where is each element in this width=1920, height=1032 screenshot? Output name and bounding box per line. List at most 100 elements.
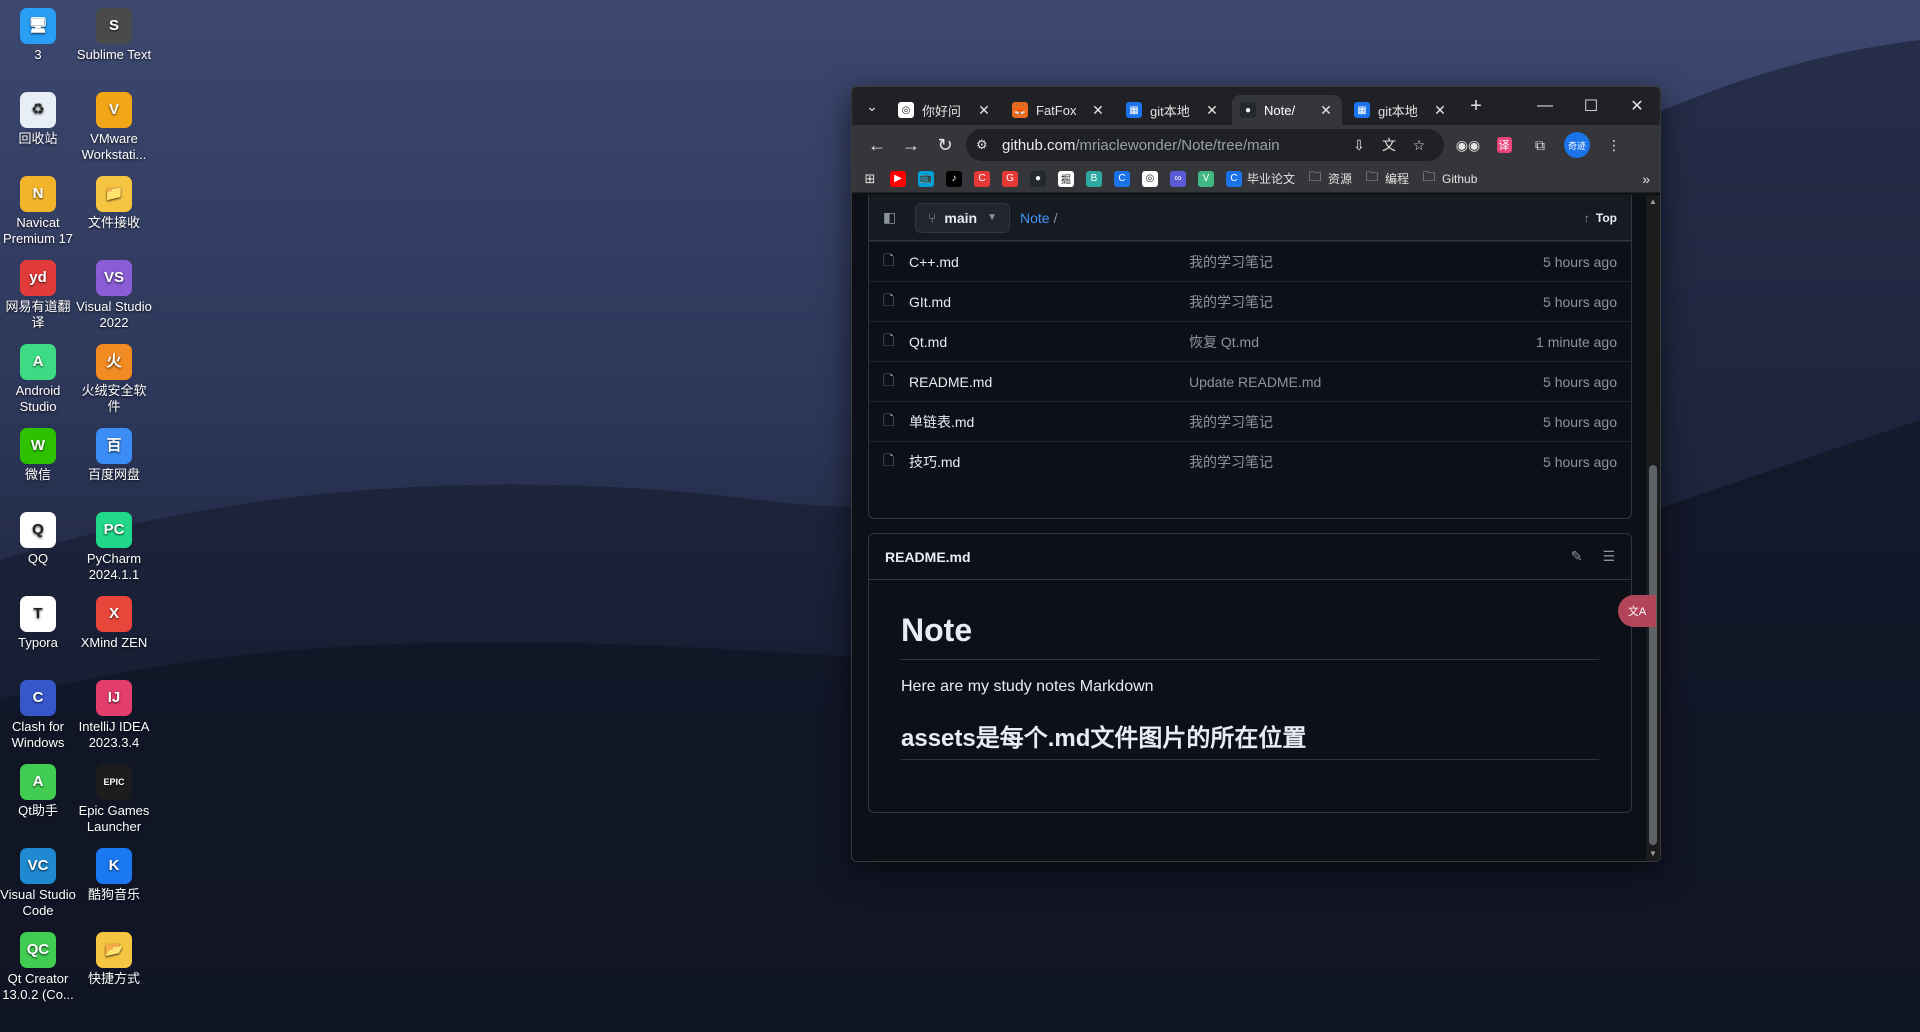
- bookmark-icon[interactable]: B: [1086, 170, 1102, 187]
- bookmark-star-icon[interactable]: ☆: [1404, 137, 1434, 154]
- desktop-icon[interactable]: S Sublime Text: [76, 8, 152, 63]
- browser-tab[interactable]: 🦊 FatFox ✕: [1004, 95, 1114, 125]
- bookmark-icon[interactable]: C: [1114, 170, 1130, 187]
- branch-selector[interactable]: ⑂ main ▼: [915, 202, 1010, 233]
- site-info-icon[interactable]: ⚙: [976, 137, 996, 153]
- commit-message-link[interactable]: 我的学习笔记: [1189, 252, 1543, 272]
- bookmark-label: 资源: [1328, 172, 1353, 186]
- tab-search-chevron-icon[interactable]: ⌄: [858, 92, 886, 120]
- desktop-icon[interactable]: PC PyCharm 2024.1.1: [76, 512, 152, 583]
- bookmark-item[interactable]: 🗀 编程: [1364, 169, 1410, 187]
- desktop-icon[interactable]: 百百度网盘: [76, 428, 152, 483]
- file-list: qt.assets重新添加qt.md和图片20 minutes ago🗋C++.…: [868, 195, 1632, 519]
- bookmark-icon[interactable]: V: [1198, 170, 1214, 187]
- bookmark-icon[interactable]: ▶: [890, 170, 906, 187]
- commit-message-link[interactable]: 我的学习笔记: [1189, 412, 1543, 432]
- scroll-up-icon[interactable]: ▲: [1646, 195, 1660, 209]
- page-scrollbar[interactable]: ▲ ▼: [1646, 195, 1660, 861]
- menu-kebab-icon[interactable]: ⋮: [1596, 129, 1632, 161]
- commit-message-link[interactable]: 我的学习笔记: [1189, 452, 1543, 472]
- desktop-icon[interactable]: Q QQ: [0, 512, 76, 567]
- bookmark-icon[interactable]: ●: [1030, 170, 1046, 187]
- bookmark-favicon-icon: B: [1086, 170, 1102, 187]
- new-tab-button[interactable]: +: [1462, 92, 1490, 120]
- desktop-icon[interactable]: EPIC Epic Games Launcher: [76, 764, 152, 835]
- browser-tab[interactable]: ▦ git本地 ✕: [1118, 95, 1228, 125]
- file-name-link[interactable]: GIt.md: [909, 294, 1189, 310]
- desktop-icon[interactable]: VC Visual Studio Code: [0, 848, 76, 919]
- app-icon: EPIC: [96, 764, 132, 800]
- desktop-icon[interactable]: T Typora: [0, 596, 76, 651]
- tab-close-icon[interactable]: ✕: [1432, 102, 1448, 119]
- file-name-link[interactable]: 单链表.md: [909, 412, 1189, 432]
- side-panel-icon[interactable]: ◧: [883, 209, 903, 226]
- bookmark-icon[interactable]: G: [1002, 170, 1018, 187]
- commit-message-link[interactable]: 恢复 Qt.md: [1189, 332, 1536, 352]
- browser-tab[interactable]: ◎ 你好问 ✕: [890, 95, 1000, 125]
- breadcrumb-repo-link[interactable]: Note: [1020, 210, 1050, 226]
- desktop-icon[interactable]: ♻ 回收站: [0, 92, 76, 147]
- desktop-icon[interactable]: W 微信: [0, 428, 76, 483]
- back-icon[interactable]: ←: [860, 129, 894, 161]
- desktop-icon[interactable]: C Clash for Windows: [0, 680, 76, 751]
- bookmark-icon[interactable]: 掘: [1058, 170, 1074, 187]
- readme-title: Note: [901, 612, 1599, 660]
- tab-close-icon[interactable]: ✕: [976, 102, 992, 119]
- bookmark-item[interactable]: C 毕业论文: [1226, 170, 1295, 187]
- readme-filename[interactable]: README.md: [885, 549, 971, 565]
- desktop-icon[interactable]: A Android Studio: [0, 344, 76, 415]
- desktop-icon[interactable]: X XMind ZEN: [76, 596, 152, 651]
- bookmark-icon[interactable]: C: [974, 170, 990, 187]
- extension-translate-icon[interactable]: 译: [1486, 129, 1522, 161]
- install-app-icon[interactable]: ⇩: [1344, 137, 1374, 154]
- address-bar[interactable]: ⚙ github.com/mriaclewonder/Note/tree/mai…: [966, 129, 1444, 161]
- bookmark-item[interactable]: 🗀 Github: [1421, 169, 1478, 187]
- desktop-icon[interactable]: VS Visual Studio 2022: [76, 260, 152, 331]
- forward-icon[interactable]: →: [894, 129, 928, 161]
- more-bookmarks-icon[interactable]: »: [1642, 171, 1650, 187]
- browser-tab[interactable]: ▦ git本地 ✕: [1346, 95, 1456, 125]
- scroll-down-icon[interactable]: ▼: [1646, 847, 1660, 861]
- scrollbar-thumb[interactable]: [1649, 465, 1657, 845]
- file-name-link[interactable]: C++.md: [909, 254, 1189, 270]
- browser-tab[interactable]: ● Note/ ✕: [1232, 95, 1342, 125]
- bookmark-icon[interactable]: 📺: [918, 170, 934, 187]
- bookmark-icon[interactable]: ◎: [1142, 170, 1158, 187]
- edit-pencil-icon[interactable]: ✎: [1571, 548, 1583, 565]
- desktop-icon[interactable]: yd 网易有道翻译: [0, 260, 76, 331]
- close-window-icon[interactable]: ✕: [1614, 87, 1660, 125]
- outline-list-icon[interactable]: ☰: [1602, 548, 1615, 565]
- tab-close-icon[interactable]: ✕: [1318, 102, 1334, 119]
- floating-translate-icon[interactable]: 文A: [1618, 595, 1656, 627]
- desktop-icon[interactable]: A Qt助手: [0, 764, 76, 819]
- apps-grid-icon[interactable]: ⊞: [862, 171, 878, 187]
- profile-avatar[interactable]: 奇迹: [1564, 132, 1590, 158]
- desktop-icon[interactable]: 📁 文件接收: [76, 176, 152, 231]
- file-name-link[interactable]: 技巧.md: [909, 452, 1189, 472]
- desktop-icon[interactable]: IJ IntelliJ IDEA 2023.3.4: [76, 680, 152, 751]
- desktop-icon[interactable]: QC Qt Creator 13.0.2 (Co...: [0, 932, 76, 1003]
- bookmark-item[interactable]: 🗀 资源: [1307, 169, 1353, 187]
- translate-icon[interactable]: 文: [1374, 135, 1404, 155]
- maximize-icon[interactable]: ☐: [1568, 87, 1614, 125]
- back-to-top-button[interactable]: ↑ Top: [1584, 211, 1617, 225]
- reload-icon[interactable]: ↻: [928, 129, 962, 161]
- file-name-link[interactable]: README.md: [909, 374, 1189, 390]
- reading-mode-icon[interactable]: ◉◉: [1450, 129, 1486, 161]
- file-name-link[interactable]: Qt.md: [909, 334, 1189, 350]
- desktop-icon[interactable]: N Navicat Premium 17: [0, 176, 76, 247]
- desktop-icon[interactable]: K 酷狗音乐: [76, 848, 152, 903]
- bookmark-favicon-icon: 📺: [918, 170, 934, 187]
- minimize-icon[interactable]: —: [1522, 87, 1568, 125]
- tab-close-icon[interactable]: ✕: [1090, 102, 1106, 119]
- tab-close-icon[interactable]: ✕: [1204, 102, 1220, 119]
- commit-message-link[interactable]: Update README.md: [1189, 374, 1543, 390]
- desktop-icon[interactable]: 📂 快捷方式: [76, 932, 152, 987]
- commit-message-link[interactable]: 我的学习笔记: [1189, 292, 1543, 312]
- desktop-icon[interactable]: V VMware Workstati...: [76, 92, 152, 163]
- bookmark-icon[interactable]: ∞: [1170, 170, 1186, 187]
- bookmark-icon[interactable]: ♪: [946, 170, 962, 187]
- extensions-puzzle-icon[interactable]: ⧉: [1522, 129, 1558, 161]
- desktop-icon[interactable]: 🖥 3: [0, 8, 76, 63]
- desktop-icon[interactable]: 火火绒安全软件: [76, 344, 152, 415]
